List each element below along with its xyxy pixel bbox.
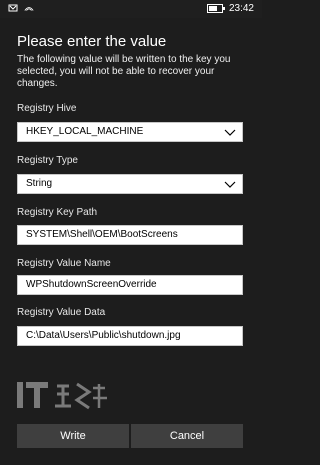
registry-hive-select[interactable]: HKEY_LOCAL_MACHINE	[17, 122, 243, 142]
status-bar: 23:42	[0, 0, 262, 18]
status-left-icons	[8, 3, 34, 13]
cancel-button[interactable]: Cancel	[131, 424, 243, 448]
registry-type-value: String	[26, 178, 53, 189]
registry-type-select[interactable]: String	[17, 174, 243, 194]
it-logo-icon	[17, 382, 107, 410]
write-button[interactable]: Write	[17, 424, 129, 448]
status-right: 23:42	[206, 3, 254, 14]
notification-icon	[8, 4, 18, 12]
registry-key-path-input[interactable]: SYSTEM\Shell\OEM\BootScreens	[17, 225, 243, 245]
registry-type-label: Registry Type	[17, 155, 78, 166]
registry-value-name-label: Registry Value Name	[17, 258, 111, 269]
battery-icon	[206, 4, 225, 13]
registry-hive-value: HKEY_LOCAL_MACHINE	[26, 126, 144, 137]
registry-value-data-input[interactable]: C:\Data\Users\Public\shutdown.jpg	[17, 326, 243, 346]
registry-key-path-label: Registry Key Path	[17, 207, 98, 218]
registry-value-name-input[interactable]: WPShutdownScreenOverride	[17, 275, 243, 295]
signal-icon	[24, 7, 34, 11]
dialog-header: Please enter the value The following val…	[17, 33, 245, 90]
page-title: Please enter the value	[17, 33, 167, 50]
chevron-down-icon	[224, 181, 236, 188]
chevron-down-icon	[224, 129, 236, 136]
registry-value-data-label: Registry Value Data	[17, 307, 106, 318]
registry-hive-label: Registry Hive	[17, 103, 77, 114]
description-text: The following value will be written to t…	[17, 54, 231, 89]
clock: 23:42	[228, 3, 254, 14]
battery-fill	[208, 6, 218, 11]
